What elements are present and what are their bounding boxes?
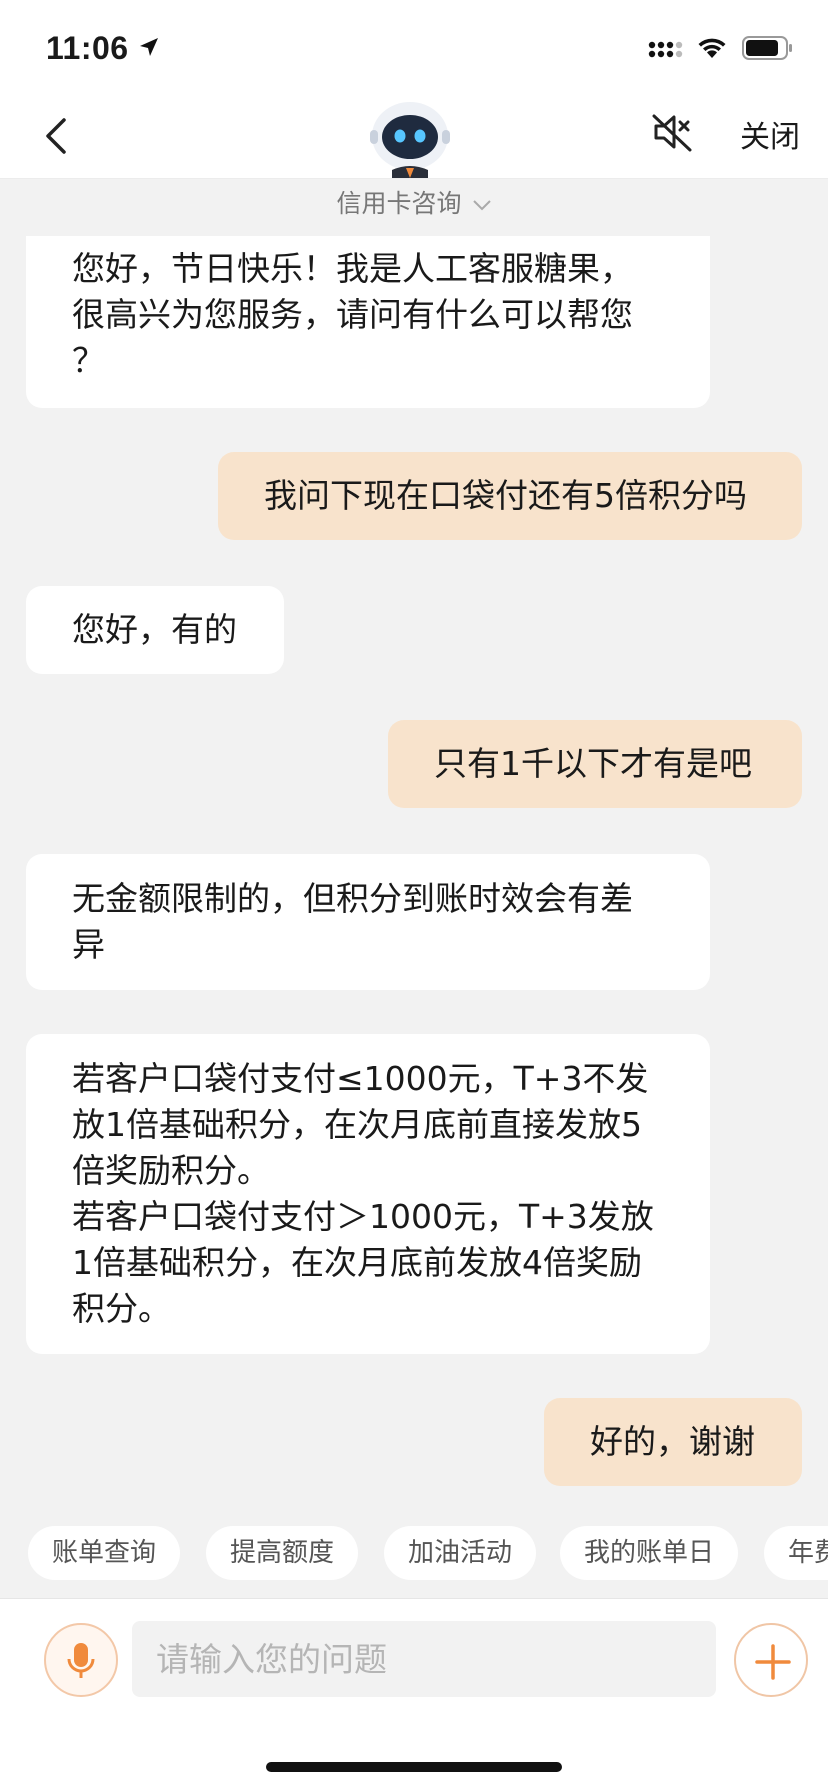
quick-reply-chip[interactable]: 账单查询 [28,1526,181,1580]
bot-message: 您好，有的 [26,586,284,674]
home-indicator-area [0,1722,828,1792]
close-button[interactable]: 关闭 [740,112,800,156]
quick-reply-chip[interactable]: 加油活动 [384,1526,537,1580]
mute-speaker-icon[interactable] [650,110,694,154]
bot-message: 无金额限制的，但积分到账时效会有差 异 [26,854,710,990]
cellular-signal-icon [648,41,683,58]
quick-reply-chip[interactable]: 提高额度 [206,1526,359,1580]
nav-bar: 关闭 [0,96,828,179]
home-indicator[interactable] [266,1762,562,1772]
status-bar: 11:06 [0,0,828,96]
user-message: 好的，谢谢 [544,1398,802,1486]
plus-icon [755,1644,791,1680]
bot-message: 若客户口袋付支付≤1000元，T+3不发 放1倍基础积分，在次月底前直接发放5 … [26,1034,710,1354]
message-input[interactable] [132,1621,716,1697]
chevron-down-icon [472,200,491,211]
location-arrow-icon [140,38,158,56]
topic-label: 信用卡咨询 [336,189,462,218]
battery-icon [742,36,792,60]
wifi-icon [698,38,726,58]
robot-avatar-icon [370,102,450,178]
bot-message: 您好，节日快乐！我是人工客服糖果， 很高兴为您服务，请问有什么可以帮您 ？ [26,236,710,408]
user-message: 只有1千以下才有是吧 [388,720,802,808]
user-message: 我问下现在口袋付还有5倍积分吗 [218,452,802,540]
quick-reply-chip[interactable]: 年费 [764,1526,828,1580]
quick-reply-chip[interactable]: 我的账单日 [560,1526,739,1580]
input-bar [0,1598,828,1723]
topic-selector[interactable]: 信用卡咨询 [0,184,828,220]
more-actions-button[interactable] [734,1623,808,1697]
back-arrow-icon[interactable] [38,114,78,158]
quick-reply-row: 账单查询 提高额度 加油活动 我的账单日 年费 [0,1526,828,1582]
microphone-icon [67,1643,95,1678]
voice-input-button[interactable] [44,1623,118,1697]
status-time: 11:06 [46,30,129,66]
